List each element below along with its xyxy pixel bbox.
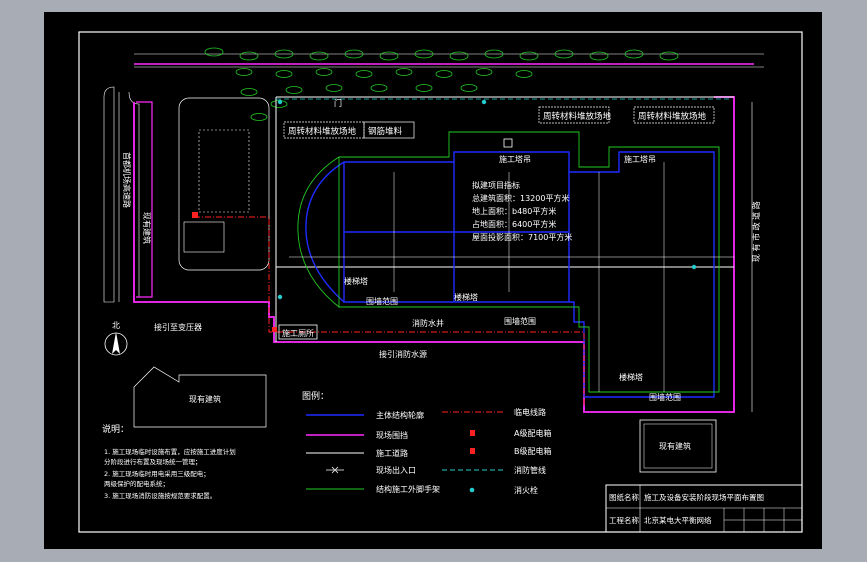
legend-label-hydrant: 消火栓 xyxy=(514,485,538,495)
tower-crane-1-marker xyxy=(503,138,513,148)
material-yard-3-label: 周转材料堆放场地 xyxy=(638,111,707,122)
notes-line-3: 2. 施工现场临时用电采用三级配电； xyxy=(104,469,210,478)
cad-drawing-canvas: 周转材料堆放场地 钢筋堆料 周转材料堆放场地 周转材料堆放场地 门 施工塔吊 施… xyxy=(44,12,822,549)
material-yard-2-label: 周转材料堆放场地 xyxy=(543,111,612,122)
notes-line-4: 两级保护的配电系统； xyxy=(104,479,169,488)
legend-label-gate: 现场出入口 xyxy=(376,465,416,475)
stair-tower-2-label: 楼梯塔 xyxy=(454,292,478,302)
title-block-project: 北京某电大平衡网络 xyxy=(644,515,712,525)
info-title: 拟建项目指标 xyxy=(472,180,520,190)
notes-line-2: 分阶段进行布置及现场统一管理； xyxy=(104,457,202,466)
left-road-curb xyxy=(103,86,115,303)
existing-building-left-label: 现有建筑 xyxy=(189,394,221,404)
fence-range-2-label: 围墙范围 xyxy=(504,316,536,326)
legend-label-a-box: A级配电箱 xyxy=(514,428,551,438)
site-plan-svg: 周转材料堆放场地 钢筋堆料 周转材料堆放场地 周转材料堆放场地 门 施工塔吊 施… xyxy=(78,31,803,533)
fire-tank-label: 消防水井 xyxy=(412,318,444,328)
fence-range-1-label: 围墙范围 xyxy=(366,296,398,306)
legend-label-scaffold: 结构施工外脚手架 xyxy=(376,484,440,494)
material-yard-1-label: 周转材料堆放场地 xyxy=(288,126,357,137)
north-arrow-icon xyxy=(112,332,120,354)
existing-building-right-label: 现有建筑 xyxy=(659,441,691,451)
drawing-frame xyxy=(78,31,803,533)
info-line-4: 屋面投影面积：7100平方米 xyxy=(472,232,572,242)
to-transformer-label: 接引至变压器 xyxy=(154,322,202,332)
legend-label-fence: 现场围挡 xyxy=(376,430,408,440)
legend-right: 临电线路 A级配电箱 B级配电箱 消防管线 消火栓 xyxy=(442,407,552,495)
left-block-inner xyxy=(198,129,250,213)
notes-line-5: 3. 施工现场消防设施按规范要求配置。 xyxy=(104,491,216,500)
site-office-label: 施工厕所 xyxy=(282,328,314,338)
tower-crane-1-label: 施工塔吊 xyxy=(499,154,531,164)
info-line-2: 地上面积：b480平方米 xyxy=(472,206,556,216)
legend-label-b-box: B级配电箱 xyxy=(514,446,552,456)
title-block-project-label: 工程名称 xyxy=(609,515,639,525)
site-fence xyxy=(133,96,735,413)
fence-range-3-label: 围墙范围 xyxy=(649,392,681,402)
left-small-bldg xyxy=(183,221,225,253)
title-block: 图纸名称 施工及设备安装阶段现场平面布置图 工程名称 北京某电大平衡网络 xyxy=(605,484,803,533)
legend-label-fire-pipe: 消防管线 xyxy=(514,465,546,475)
legend-label-structure: 主体结构轮廓 xyxy=(376,410,424,420)
right-road-label: 现 有 市 政 道 路 xyxy=(751,201,761,262)
gate-top-label: 门 xyxy=(334,98,342,108)
scaffold-outline xyxy=(297,131,720,393)
a-distribution-box xyxy=(192,212,198,218)
power-line xyxy=(194,216,585,407)
info-line-3: 占地面积：6400平方米 xyxy=(472,219,556,229)
title-block-drawing-name: 施工及设备安装阶段现场平面布置图 xyxy=(644,492,764,502)
fire-water-source-label: 接引消防水源 xyxy=(379,349,427,359)
notes-title: 说明： xyxy=(102,423,129,435)
left-fence-strip xyxy=(136,101,153,298)
title-block-drawing-name-label: 图纸名称 xyxy=(609,492,639,502)
stair-tower-1-label: 楼梯塔 xyxy=(344,276,368,286)
north-label: 北 xyxy=(112,321,120,330)
tower-crane-2-label: 施工塔吊 xyxy=(624,154,656,164)
steel-yard-label: 钢筋堆料 xyxy=(368,126,403,137)
b-distribution-box xyxy=(272,327,277,332)
legend-label-power: 临电线路 xyxy=(514,407,546,417)
info-line-1: 总建筑面积：13200平方米 xyxy=(472,193,569,203)
legend-left: 主体结构轮廓 现场围挡 施工道路 现场出入口 结构施工外脚手架 xyxy=(306,410,440,494)
legend-title: 图例： xyxy=(302,390,329,402)
stair-tower-3-label: 楼梯塔 xyxy=(619,372,643,382)
notes-line-1: 1. 施工现场临时设施布置，应按施工进度计划 xyxy=(104,447,236,456)
legend-label-road: 施工道路 xyxy=(376,448,408,458)
left-road-label: 首都机场高速路 xyxy=(122,152,132,208)
left-road-label-2: 现有建筑 xyxy=(142,212,152,244)
